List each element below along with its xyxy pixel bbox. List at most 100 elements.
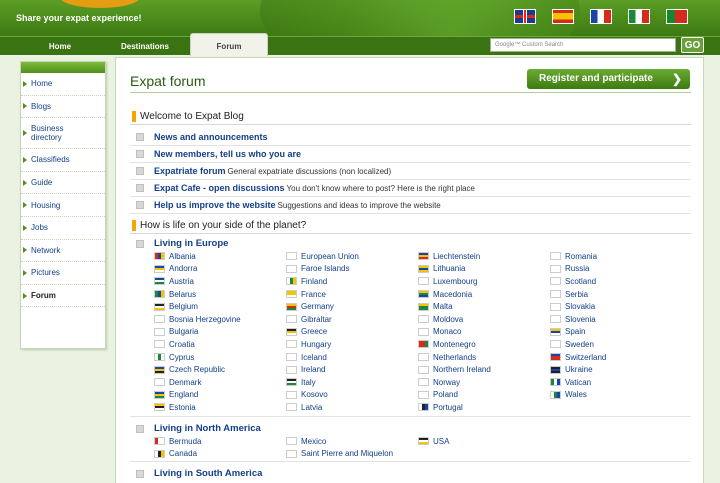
- country-grid: Bermuda Canada Mexico Saint Pierre and Miqu…: [154, 435, 684, 460]
- sidebar-item-home[interactable]: Home: [21, 73, 105, 96]
- register-button[interactable]: Register and participate ❯: [527, 69, 690, 89]
- country-link[interactable]: Saint Pierre and Miquelon: [286, 448, 418, 461]
- country-link[interactable]: USA: [418, 435, 550, 448]
- country-link[interactable]: Estonia: [154, 401, 286, 414]
- forum-title-link[interactable]: Expat Cafe - open discussions: [154, 183, 285, 193]
- country-link[interactable]: Bulgaria: [154, 326, 286, 339]
- italian-flag-icon[interactable]: [628, 9, 650, 24]
- country-link[interactable]: Vatican: [550, 376, 682, 389]
- country-link[interactable]: Sweden: [550, 338, 682, 351]
- country-link[interactable]: Macedonia: [418, 288, 550, 301]
- forum-row[interactable]: Help us improve the website Suggestions a…: [130, 197, 691, 214]
- search-input[interactable]: Google™ Custom Search: [490, 38, 676, 52]
- spanish-flag-icon[interactable]: [552, 9, 574, 24]
- country-link[interactable]: Wales: [550, 389, 682, 402]
- country-link[interactable]: Liechtenstein: [418, 250, 550, 263]
- forum-title-link[interactable]: News and announcements: [154, 132, 268, 142]
- tab-destinations[interactable]: Destinations: [108, 37, 182, 56]
- tab-forum[interactable]: Forum: [190, 33, 268, 56]
- country-link[interactable]: Moldova: [418, 313, 550, 326]
- region-divider: [130, 461, 691, 462]
- forum-row[interactable]: Expat Cafe - open discussions You don't k…: [130, 180, 691, 197]
- country-link[interactable]: Faroe Islands: [286, 263, 418, 276]
- country-link[interactable]: Greece: [286, 326, 418, 339]
- country-link[interactable]: Portugal: [418, 401, 550, 414]
- country-flag-icon: [154, 378, 165, 387]
- country-link[interactable]: Albania: [154, 250, 286, 263]
- country-link[interactable]: Netherlands: [418, 351, 550, 364]
- country-link[interactable]: Scotland: [550, 275, 682, 288]
- country-name: Ukraine: [565, 365, 593, 375]
- country-link[interactable]: European Union: [286, 250, 418, 263]
- country-link[interactable]: Luxembourg: [418, 275, 550, 288]
- forum-title-link[interactable]: Expatriate forum: [154, 166, 226, 176]
- sidebar-item-business-directory[interactable]: Business directory: [21, 118, 105, 150]
- country-link[interactable]: Spain: [550, 326, 682, 339]
- country-link[interactable]: France: [286, 288, 418, 301]
- forum-row[interactable]: Expatriate forum General expatriate discu…: [130, 163, 691, 180]
- sidebar-item-forum[interactable]: Forum: [21, 285, 105, 308]
- sidebar-item-classifieds[interactable]: Classifieds: [21, 149, 105, 172]
- country-link[interactable]: Switzerland: [550, 351, 682, 364]
- country-link[interactable]: Kosovo: [286, 389, 418, 402]
- country-link[interactable]: Slovakia: [550, 300, 682, 313]
- region-title-link[interactable]: Living in North America: [154, 423, 261, 434]
- country-link[interactable]: Iceland: [286, 351, 418, 364]
- sidebar-item-jobs[interactable]: Jobs: [21, 217, 105, 240]
- country-link[interactable]: Hungary: [286, 338, 418, 351]
- forum-row[interactable]: New members, tell us who you are: [130, 146, 691, 163]
- country-link[interactable]: Ireland: [286, 363, 418, 376]
- country-name: Vatican: [565, 377, 592, 387]
- tab-home[interactable]: Home: [30, 37, 90, 56]
- country-link[interactable]: Germany: [286, 300, 418, 313]
- country-link[interactable]: Ukraine: [550, 363, 682, 376]
- country-name: Gibraltar: [301, 314, 332, 324]
- country-link[interactable]: Latvia: [286, 401, 418, 414]
- arrow-right-icon: [23, 292, 27, 299]
- sidebar-item-label: Network: [31, 245, 61, 255]
- country-link[interactable]: Finland: [286, 275, 418, 288]
- forum-row[interactable]: News and announcements: [130, 129, 691, 146]
- country-link[interactable]: Bermuda: [154, 435, 286, 448]
- country-link[interactable]: Malta: [418, 300, 550, 313]
- country-link[interactable]: Canada: [154, 448, 286, 461]
- english-flag-icon[interactable]: [514, 9, 536, 24]
- country-link[interactable]: Italy: [286, 376, 418, 389]
- country-link[interactable]: Northern Ireland: [418, 363, 550, 376]
- country-link[interactable]: Belarus: [154, 288, 286, 301]
- sidebar-item-housing[interactable]: Housing: [21, 194, 105, 217]
- country-link[interactable]: Gibraltar: [286, 313, 418, 326]
- sidebar-item-guide[interactable]: Guide: [21, 172, 105, 195]
- country-link[interactable]: Montenegro: [418, 338, 550, 351]
- country-link[interactable]: Austria: [154, 275, 286, 288]
- forum-title-link[interactable]: New members, tell us who you are: [154, 149, 301, 159]
- country-link[interactable]: Slovenia: [550, 313, 682, 326]
- country-link[interactable]: Croatia: [154, 338, 286, 351]
- country-link[interactable]: Monaco: [418, 326, 550, 339]
- country-link[interactable]: Lithuania: [418, 263, 550, 276]
- country-link[interactable]: Cyprus: [154, 351, 286, 364]
- sidebar-item-network[interactable]: Network: [21, 240, 105, 263]
- country-link[interactable]: Serbia: [550, 288, 682, 301]
- sidebar-item-pictures[interactable]: Pictures: [21, 262, 105, 285]
- region-title-link[interactable]: Living in Europe: [154, 238, 228, 249]
- search-go-button[interactable]: GO: [681, 37, 704, 53]
- country-link[interactable]: Poland: [418, 389, 550, 402]
- country-link[interactable]: England: [154, 389, 286, 402]
- french-flag-icon[interactable]: [590, 9, 612, 24]
- country-link[interactable]: Mexico: [286, 435, 418, 448]
- country-link[interactable]: Romania: [550, 250, 682, 263]
- portuguese-flag-icon[interactable]: [666, 9, 688, 24]
- country-link[interactable]: Russia: [550, 263, 682, 276]
- country-link[interactable]: Belgium: [154, 300, 286, 313]
- country-link[interactable]: Denmark: [154, 376, 286, 389]
- region-title-link[interactable]: Living in South America: [154, 468, 262, 479]
- country-link[interactable]: Bosnia Herzegovine: [154, 313, 286, 326]
- sidebar-item-blogs[interactable]: Blogs: [21, 96, 105, 119]
- country-link[interactable]: Norway: [418, 376, 550, 389]
- arrow-right-icon: [23, 103, 27, 110]
- country-link[interactable]: Andorra: [154, 263, 286, 276]
- forum-title-link[interactable]: Help us improve the website: [154, 200, 276, 210]
- country-name: Belgium: [169, 302, 198, 312]
- country-link[interactable]: Czech Republic: [154, 363, 286, 376]
